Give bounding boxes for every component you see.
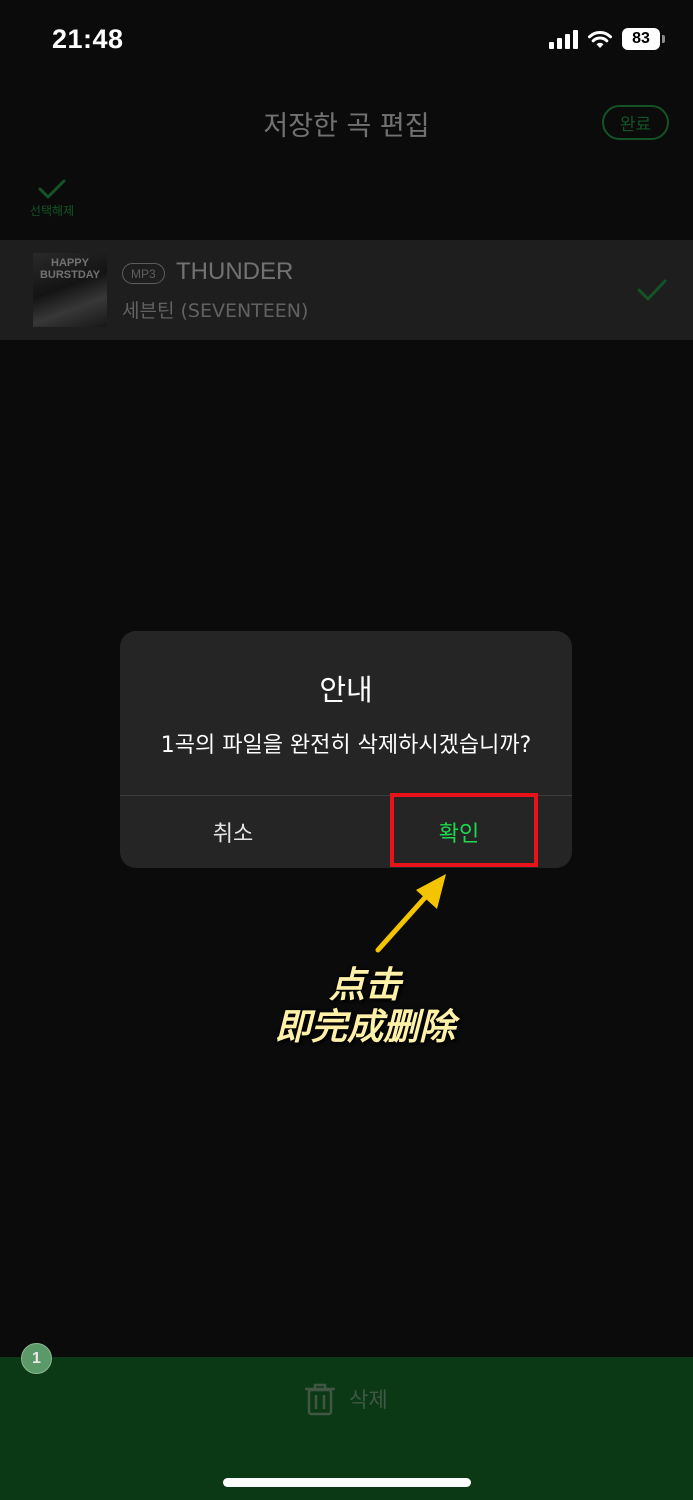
battery-level: 83 [622, 28, 660, 50]
arrow-icon [375, 874, 446, 953]
selected-count-badge: 1 [21, 1343, 52, 1374]
deselect-all-button[interactable]: 선택해제 [24, 178, 80, 219]
status-bar: 21:48 83 [0, 0, 693, 84]
wifi-icon [588, 31, 612, 48]
song-title: THUNDER [176, 258, 294, 285]
screen: 21:48 83 저장한 곡 편집 완료 선택해제 HAPPY BURSTDAY… [0, 0, 693, 1500]
selected-check-icon[interactable] [636, 278, 668, 302]
album-art-text: HAPPY BURSTDAY [39, 257, 101, 281]
highlight-box [390, 793, 538, 867]
check-icon [38, 179, 66, 199]
status-icons: 83 [549, 28, 665, 50]
done-button[interactable]: 완료 [602, 105, 669, 140]
annotation-line-2: 即完成删除 [274, 1007, 455, 1048]
page-title: 저장한 곡 편집 [263, 111, 430, 142]
home-indicator[interactable] [223, 1478, 471, 1487]
song-row[interactable]: HAPPY BURSTDAY MP3 THUNDER 세븐틴 (SEVENTEE… [0, 240, 693, 340]
dialog-title: 안내 [319, 673, 373, 707]
annotation-line-1: 点击 [328, 965, 401, 1006]
status-time: 21:48 [52, 24, 124, 54]
format-badge: MP3 [122, 263, 165, 284]
battery-icon: 83 [622, 28, 665, 50]
deselect-all-label: 선택해제 [29, 204, 75, 218]
dialog-message: 1곡의 파일을 완전히 삭제하시겠습니까? [160, 733, 532, 758]
signal-icon [549, 29, 578, 49]
album-art: HAPPY BURSTDAY [33, 253, 107, 327]
trash-icon [305, 1383, 335, 1416]
delete-button[interactable]: 삭제 [305, 1382, 388, 1416]
cancel-button[interactable]: 취소 [120, 796, 346, 868]
song-artist: 세븐틴 (SEVENTEEN) [122, 300, 309, 322]
annotation-text: 点击 即完成删除 [230, 965, 500, 1049]
delete-label: 삭제 [349, 1388, 388, 1412]
